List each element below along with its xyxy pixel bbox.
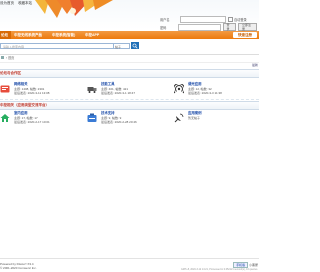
quick-register-button[interactable]: 快速注册	[233, 32, 257, 38]
remember-checkbox[interactable]	[228, 16, 233, 22]
search-input[interactable]: 请输入搜索内容	[0, 42, 114, 49]
set-homepage-link[interactable]: 设为首页	[0, 1, 14, 5]
search-icon	[132, 43, 138, 49]
forum-item[interactable]: 调光应用 主题: 12, 帖数: 32 最后发表: 2020-3-3 11:38	[174, 82, 258, 97]
truck-icon	[87, 87, 97, 93]
breadcrumb-home[interactable]: 首页	[8, 56, 14, 60]
latest-link[interactable]: 最新	[252, 63, 258, 67]
forum-item[interactable]: 室内应用 主题: 17, 帖数: 17 最后发表: 2020-2-17 10:0…	[0, 111, 84, 126]
home-icon[interactable]	[1, 56, 4, 59]
password-input[interactable]	[178, 23, 221, 31]
forum-item[interactable]: 应用案例 暂无帖子	[174, 111, 258, 126]
forum-last-post[interactable]: 最后发表: 2020-3-1 18:47	[101, 91, 135, 96]
login-panel: 用户名 自动登录 密码 登录 立即注册	[160, 15, 259, 31]
footer-powered: Powered by Discuz! X3.4 © 2001-2020 Coms…	[0, 262, 37, 270]
password-label: 密码	[160, 25, 167, 30]
satellite-icon	[174, 113, 184, 123]
nav-item-forum[interactable]: 论坛	[0, 31, 11, 39]
footer-divider	[0, 258, 259, 259]
remember-label: 自动登录	[234, 17, 247, 22]
category-header[interactable]: 中控相关（应用类型交流平台）	[0, 101, 259, 110]
signal-icon	[174, 84, 184, 94]
forum-last-post[interactable]: 最后发表: 2020-2-28 20:46	[101, 120, 137, 125]
nav-item-wireless[interactable]: 中控无线系统产品	[14, 31, 42, 39]
forum-item[interactable]: 技术支持 主题: 9, 帖数: 9 最后发表: 2020-2-28 20:46	[87, 111, 171, 126]
divider	[0, 99, 259, 100]
nav-item-control[interactable]: 中控系统(智能)	[52, 31, 75, 39]
search-bar: 请输入搜索内容 帖子	[0, 42, 139, 49]
forum-last-post[interactable]: 最后发表: 2020-2-17 10:01	[14, 120, 50, 125]
forum-item[interactable]: 网络相关 主题: 1408, 帖数: 2301 最后发表: 2020-3-11 …	[0, 82, 84, 97]
footer-link[interactable]: 小黑屋	[249, 263, 258, 267]
copyright: © 2001-2020 Comsenz Inc.	[0, 266, 37, 270]
footer-time: GMT+8, 2020-3-12 14:21, Processed in 0.0…	[180, 268, 258, 271]
login-button[interactable]: 登录	[222, 23, 237, 31]
header-bar: 设为首页 收藏本站 用户名 自动登录 密码 登录 立即注册	[0, 0, 259, 31]
bulletin-icon	[0, 85, 10, 93]
tools-icon	[87, 113, 97, 122]
search-type-select[interactable]: 帖子	[114, 42, 130, 49]
username-input[interactable]	[180, 15, 226, 23]
site-logo-banner	[15, 0, 135, 30]
search-button[interactable]	[131, 42, 139, 49]
main-nav: 论坛 中控无线系统产品 中控系统(智能) 中控APP 快速注册	[0, 31, 259, 39]
forum-name[interactable]: 应用案例	[188, 111, 202, 116]
nav-item-app[interactable]: 中控APP	[85, 31, 99, 39]
forum-stats: 暂无帖子	[188, 115, 201, 120]
category-header[interactable]: 论坛与合作区	[0, 69, 259, 78]
forum-item[interactable]: 技能工具 主题: 401, 帖数: 421 最后发表: 2020-3-1 18:…	[87, 82, 171, 97]
register-button[interactable]: 立即注册	[238, 23, 257, 31]
breadcrumb: › 首页	[0, 54, 259, 63]
forum-last-post[interactable]: 最后发表: 2020-3-11 13:08	[14, 91, 49, 96]
forum-last-post[interactable]: 最后发表: 2020-3-3 11:38	[188, 91, 222, 96]
username-label: 用户名	[160, 17, 170, 22]
home-icon	[0, 114, 10, 122]
